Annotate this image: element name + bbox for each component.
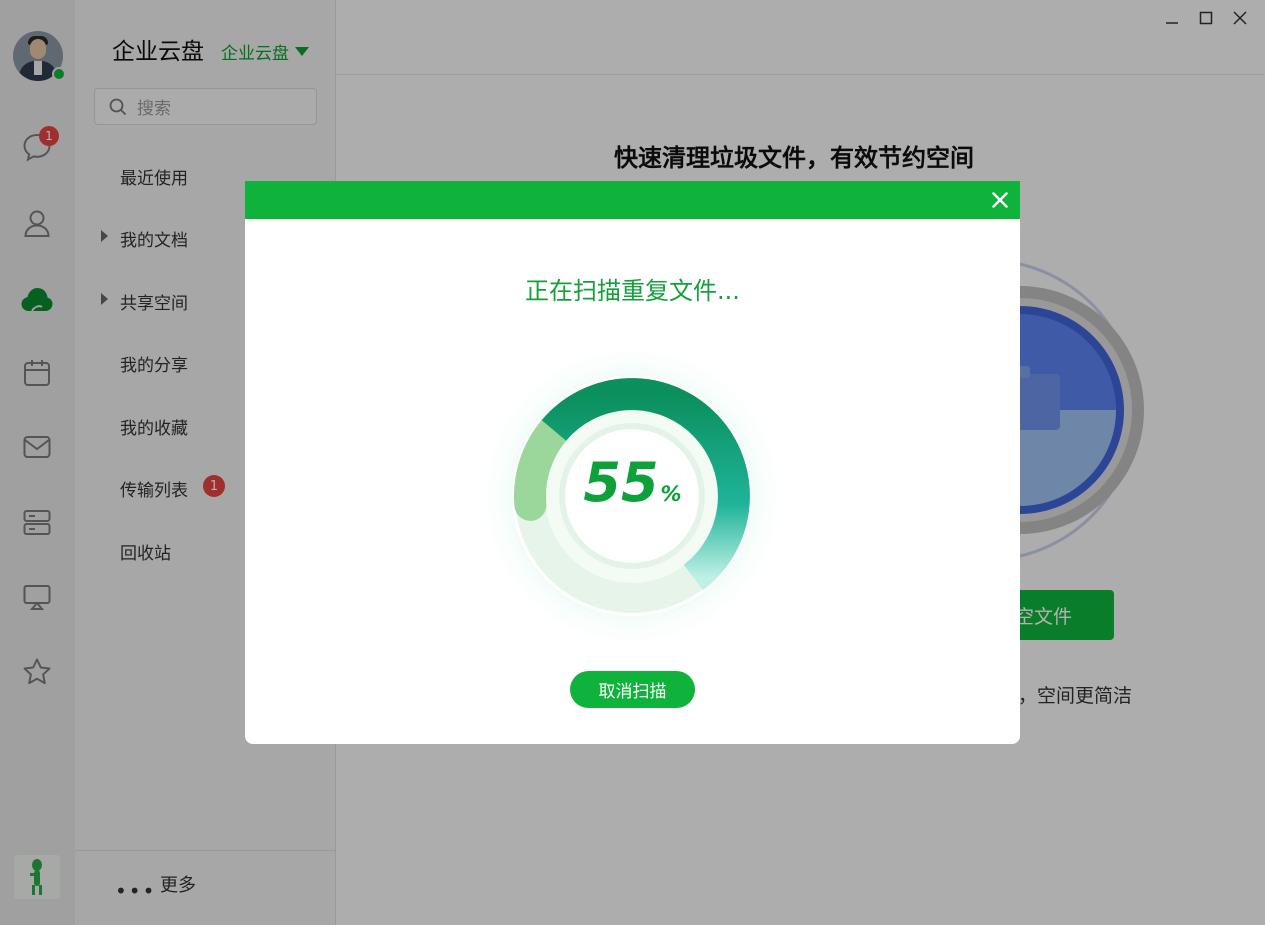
scan-status-title: 正在扫描重复文件...: [525, 277, 740, 305]
progress-value: 55: [583, 451, 659, 514]
app-window: 1 企业云盘 企业云盘 搜索 最近使用 我的文档 共享空间 我的分享 我的收藏 …: [0, 0, 1265, 925]
cancel-scan-button[interactable]: 取消扫描: [570, 671, 695, 708]
progress-unit: %: [660, 482, 682, 506]
close-icon[interactable]: [988, 188, 1012, 212]
scan-dialog: 正在扫描重复文件... 55 % 取消扫描: [245, 181, 1020, 744]
dialog-header: [245, 181, 1020, 219]
progress-percent: 55 %: [245, 451, 1020, 514]
